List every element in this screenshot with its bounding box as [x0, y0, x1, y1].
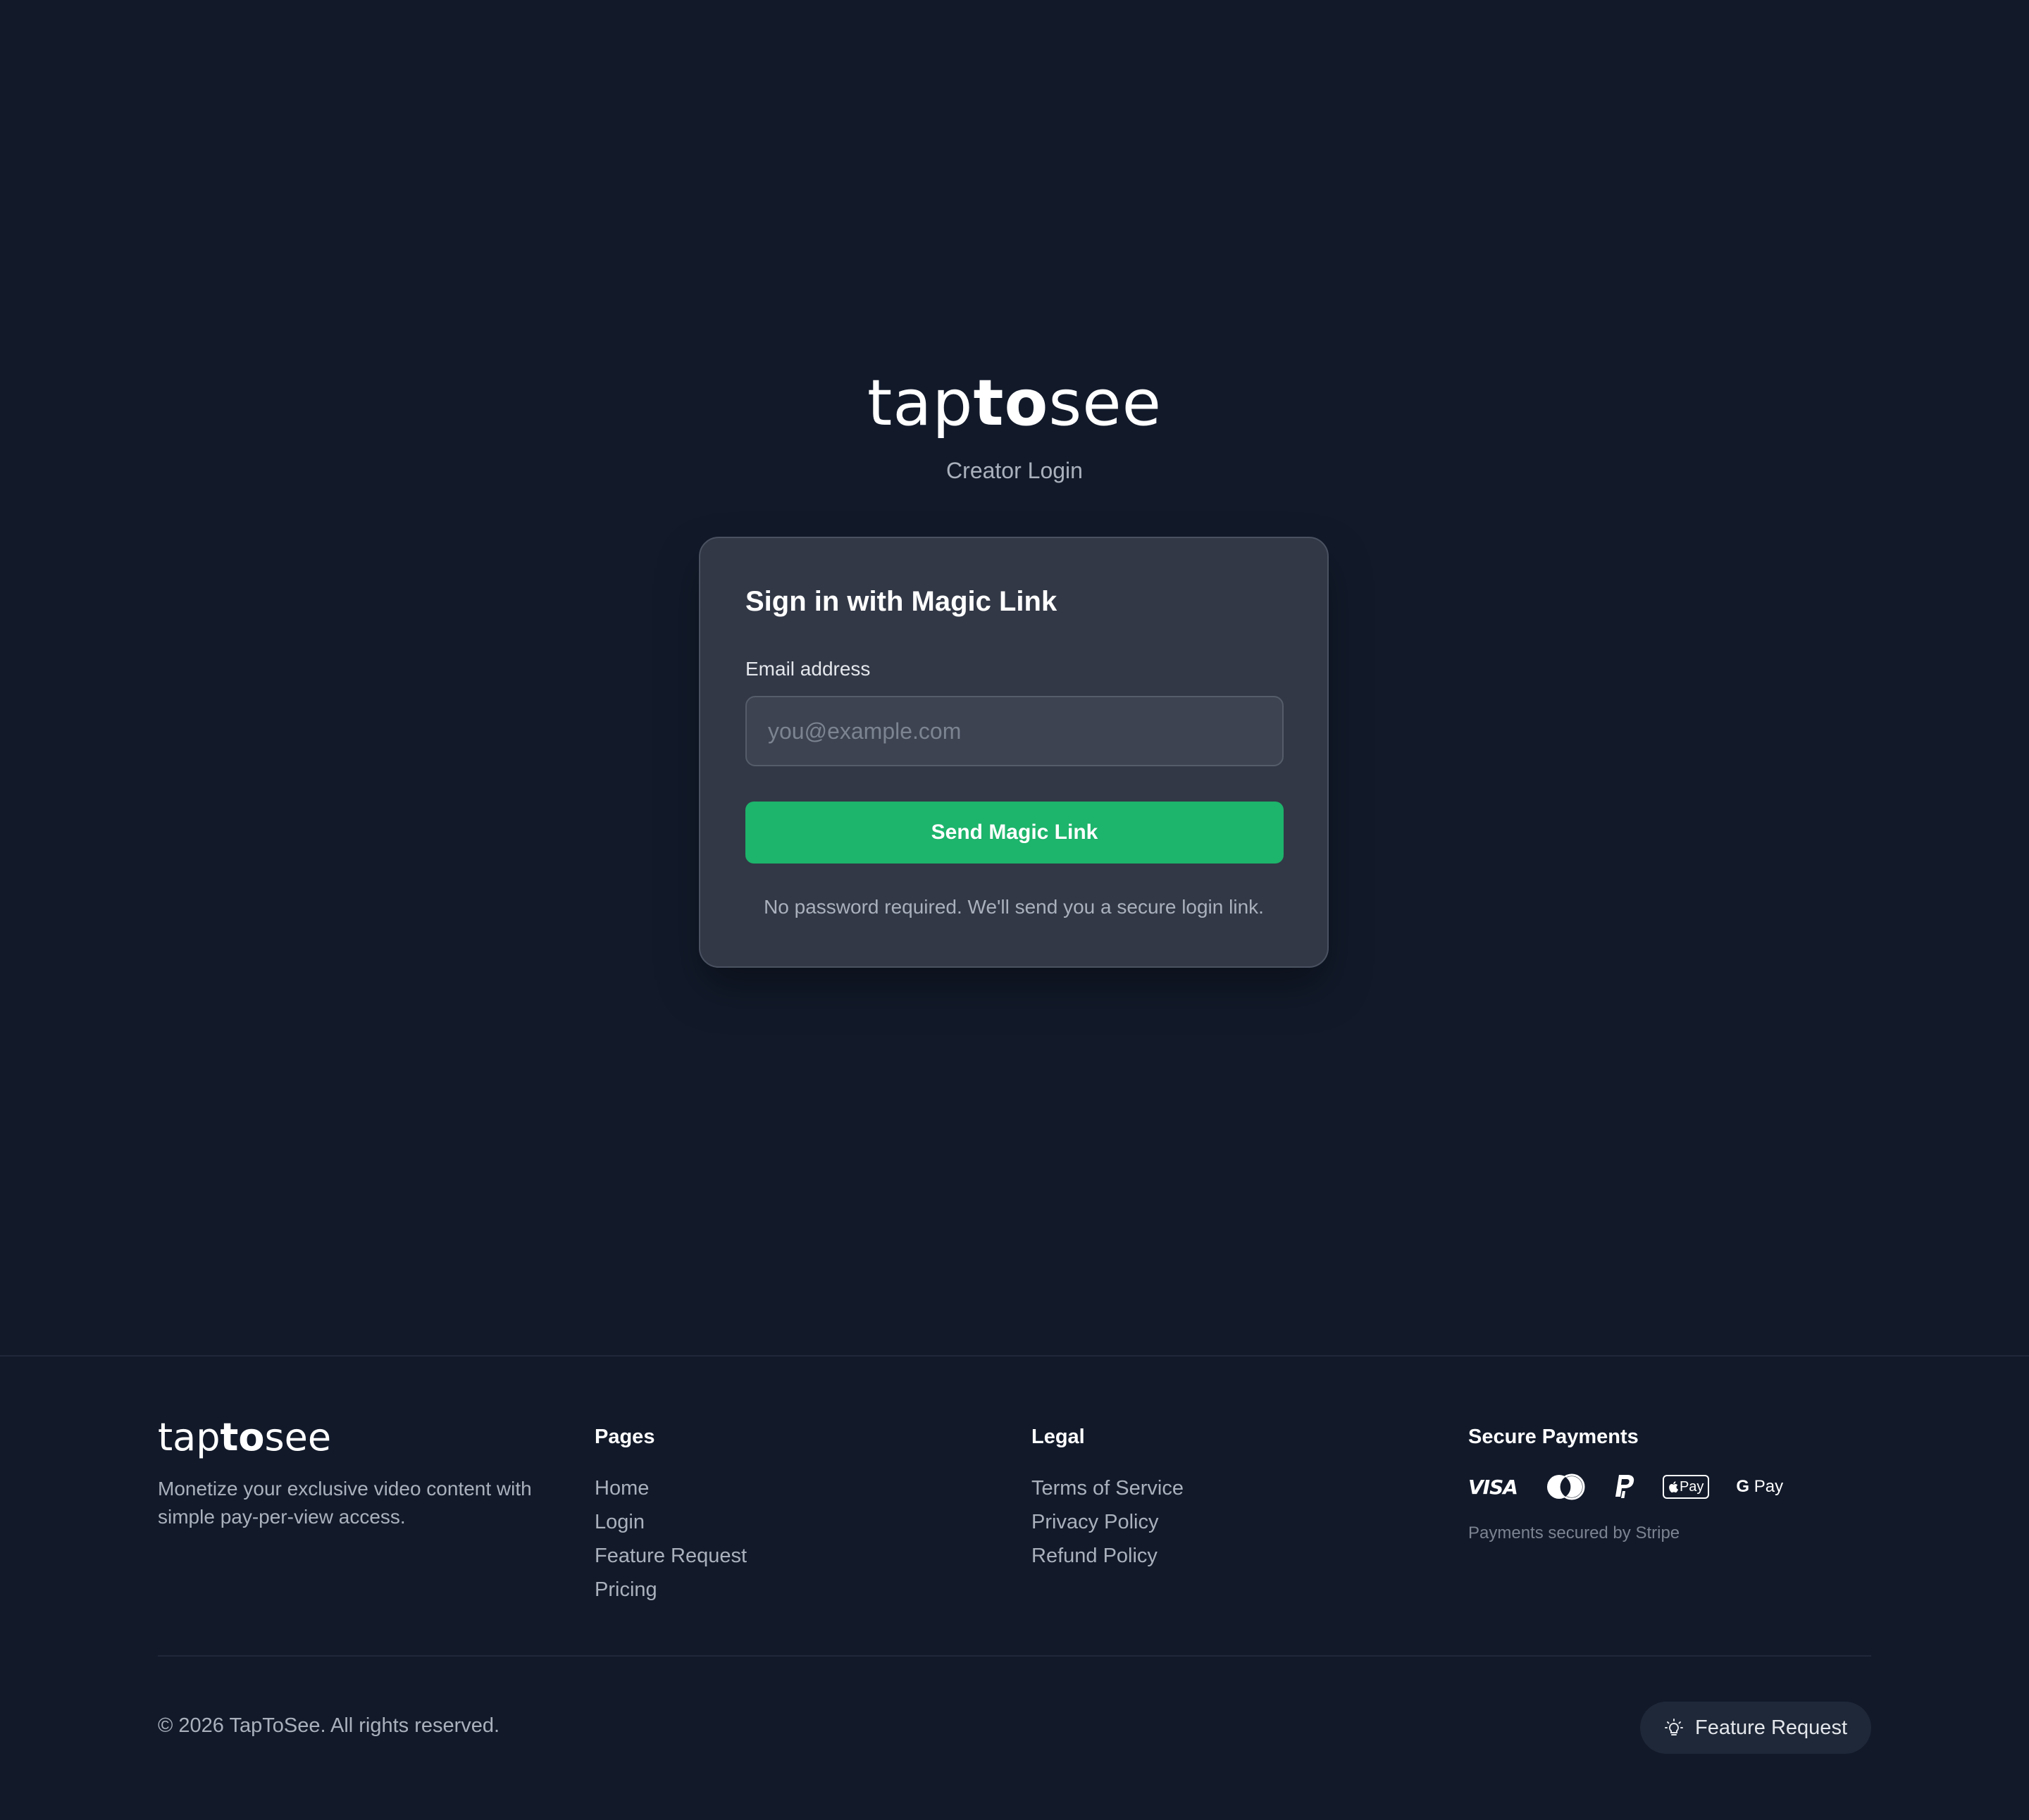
footer-tagline: Monetize your exclusive video content wi… — [158, 1478, 532, 1528]
footer-link-login[interactable]: Login — [595, 1505, 747, 1539]
feature-request-button[interactable]: Feature Request — [1640, 1702, 1871, 1754]
payments-note: Payments secured by Stripe — [1468, 1523, 1680, 1542]
copyright-text: © 2026 TapToSee. All rights reserved. — [158, 1714, 500, 1737]
footer-link-feature-request[interactable]: Feature Request — [595, 1539, 747, 1573]
footer-brand-logo: taptosee — [158, 1413, 331, 1462]
footer-pages-heading: Pages — [595, 1426, 655, 1448]
brand-logo-part: tap — [867, 366, 974, 440]
lightbulb-icon — [1664, 1719, 1683, 1735]
apple-pay-text: Pay — [1679, 1479, 1704, 1495]
footer-payments-heading: Secure Payments — [1468, 1426, 1639, 1448]
brand-logo-part: see — [1048, 366, 1162, 440]
login-note: No password required. We'll send you a s… — [764, 896, 1264, 918]
send-magic-link-button[interactable]: Send Magic Link — [745, 802, 1284, 864]
footer-bottom-divider — [158, 1655, 1871, 1657]
footer-pages-column: Pages Home Login Feature Request Pricing — [595, 1426, 747, 1607]
feature-request-label: Feature Request — [1694, 1716, 1847, 1739]
footer-link-home[interactable]: Home — [595, 1471, 747, 1505]
footer-divider — [0, 1355, 2029, 1357]
footer-legal-heading: Legal — [1031, 1426, 1085, 1448]
mastercard-icon — [1544, 1473, 1587, 1501]
payment-icons: VISA Pay G Pay — [1468, 1471, 1783, 1502]
page-subtitle: Creator Login — [946, 458, 1083, 483]
visa-icon: VISA — [1468, 1475, 1518, 1499]
paypal-icon — [1613, 1473, 1636, 1500]
footer-link-privacy[interactable]: Privacy Policy — [1031, 1505, 1184, 1539]
footer-link-pricing[interactable]: Pricing — [595, 1573, 747, 1607]
login-card: Sign in with Magic Link Email address Se… — [699, 537, 1329, 968]
email-input[interactable] — [745, 696, 1284, 766]
login-card-title: Sign in with Magic Link — [745, 586, 1057, 617]
email-label: Email address — [745, 658, 871, 680]
google-pay-text: Pay — [1754, 1477, 1784, 1496]
footer-legal-column: Legal Terms of Service Privacy Policy Re… — [1031, 1426, 1184, 1573]
footer-payments-column: Secure Payments VISA Pay G Pay Payments … — [1468, 1426, 1783, 1543]
apple-pay-icon: Pay — [1662, 1475, 1710, 1499]
google-pay-icon: G Pay — [1736, 1477, 1783, 1497]
footer-link-terms[interactable]: Terms of Service — [1031, 1471, 1184, 1505]
footer-brand-part: see — [264, 1415, 332, 1459]
brand-logo: taptosee — [0, 365, 2029, 442]
footer-link-refund[interactable]: Refund Policy — [1031, 1539, 1184, 1573]
footer-brand-part: to — [220, 1415, 265, 1459]
google-pay-g: G — [1736, 1477, 1750, 1496]
brand-logo-part: to — [973, 366, 1049, 440]
footer-brand-part: tap — [158, 1415, 221, 1459]
